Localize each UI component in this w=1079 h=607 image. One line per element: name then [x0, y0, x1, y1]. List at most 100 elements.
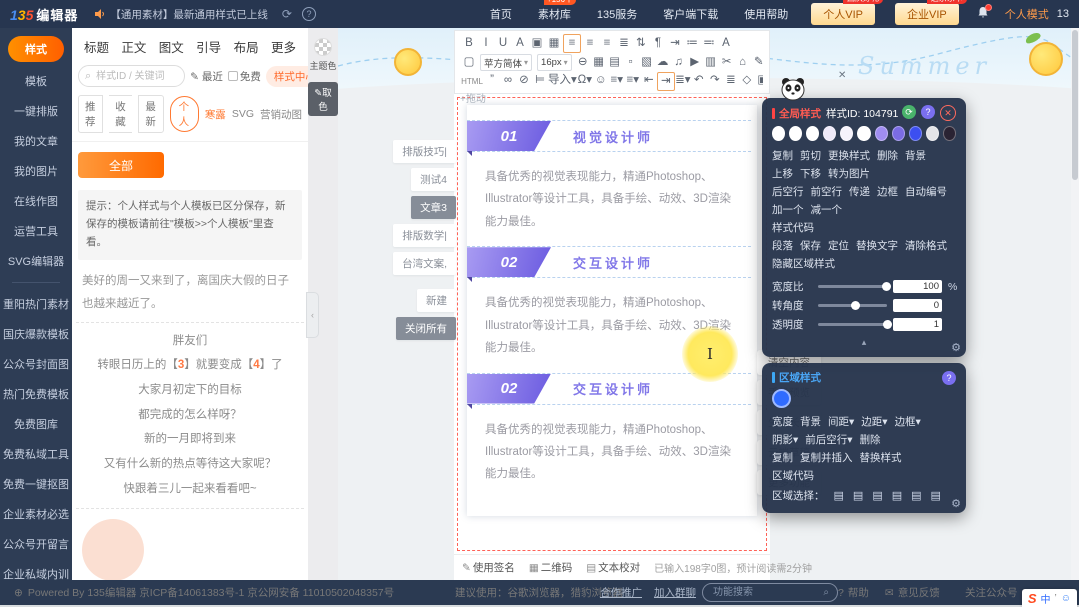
recent-button[interactable]: ✎ 最近	[190, 69, 223, 84]
format-brush-icon[interactable]: ⊨	[532, 72, 548, 91]
panel-action[interactable]: 边框▾	[895, 416, 921, 428]
panel-action[interactable]: 样式代码	[772, 222, 814, 234]
color-swatch[interactable]	[926, 126, 939, 141]
slider-value[interactable]: 1	[893, 318, 942, 331]
sidebar-item-national-day-templates[interactable]: 国庆爆款模板	[0, 319, 72, 349]
panel-action[interactable]: 背景	[800, 416, 821, 428]
region-select-icon[interactable]: ▤	[853, 489, 863, 502]
color-swatch[interactable]	[909, 126, 922, 141]
panel-action[interactable]: 替换文字	[856, 240, 898, 252]
gear-icon[interactable]: ⚙	[951, 497, 961, 510]
panel-action[interactable]: 背景	[905, 150, 926, 162]
align-justify-icon[interactable]: ≣	[616, 35, 632, 52]
panel-action[interactable]: 边框	[877, 186, 898, 198]
panel-action[interactable]: 段落	[772, 240, 793, 252]
slider-thumb[interactable]	[882, 282, 891, 291]
ime-chinese-mode[interactable]: 中	[1041, 591, 1051, 606]
panel-action[interactable]: 转为图片	[828, 168, 870, 180]
file-tab-taiwan-copy[interactable]: 台湾文案,	[393, 252, 456, 275]
sidebar-item-enterprise-training[interactable]: 企业私域内训	[0, 559, 72, 580]
function-search-input[interactable]	[711, 586, 823, 599]
sidebar-item-my-images[interactable]: 我的图片	[0, 156, 72, 186]
fullscreen-icon[interactable]: ▣	[755, 72, 763, 91]
sidebar-item-operation-tools[interactable]: 运营工具	[0, 216, 72, 246]
font-scale-icon[interactable]: A	[718, 35, 734, 52]
blockquote-icon[interactable]: ”	[484, 72, 500, 91]
color-swatch[interactable]	[823, 126, 836, 141]
panel-action[interactable]: 定位	[828, 240, 849, 252]
section-body[interactable]: 具备优秀的视觉表现能力，精通Photoshop、Illustrator等设计工具…	[485, 166, 739, 233]
ime-bar[interactable]: S 中 ’ ☺	[1022, 589, 1077, 607]
panel-action[interactable]: 复制	[772, 452, 793, 464]
border-color-icon[interactable]: ▦	[546, 35, 562, 52]
redo-icon[interactable]: ↷	[707, 72, 723, 91]
editor-canvas[interactable]: 01 视觉设计师 具备优秀的视觉表现能力，精通Photoshop、Illustr…	[454, 94, 770, 554]
notification-bell-icon[interactable]	[977, 6, 989, 22]
sidebar-item-free-cutout[interactable]: 免费一键抠图	[0, 469, 72, 499]
hr-style-icon[interactable]: ≡▾	[609, 72, 625, 91]
bold-icon[interactable]: B	[461, 35, 477, 52]
panel-action[interactable]: 清除格式	[905, 240, 947, 252]
link-icon[interactable]: ∞	[500, 72, 516, 91]
panel-action[interactable]: 替换样式	[860, 452, 902, 464]
panel-action[interactable]: 阴影▾	[772, 434, 798, 446]
nav-135-services[interactable]: 135服务	[597, 6, 637, 22]
new-file-button[interactable]: 新建	[417, 289, 456, 312]
enterprise-vip-button[interactable]: 企业VIP送京东卡	[895, 3, 959, 25]
tab-guide[interactable]: 引导	[196, 37, 221, 56]
sidebar-item-cover-images[interactable]: 公众号封面图	[0, 349, 72, 379]
slider-thumb[interactable]	[883, 320, 892, 329]
free-checkbox[interactable]: 免费	[228, 69, 261, 84]
username-partial[interactable]: 13	[1057, 8, 1069, 20]
italic-icon[interactable]: I	[478, 35, 494, 52]
slider-value[interactable]: 100	[893, 280, 942, 293]
applet-icon[interactable]: ▥	[703, 54, 719, 71]
file-tab-layout-tips[interactable]: 排版技巧|	[393, 140, 456, 163]
footer-feedback[interactable]: ✉意见反馈	[885, 580, 940, 605]
panel-action[interactable]: 后空行	[772, 186, 804, 198]
filter-recommend[interactable]: 推荐	[78, 95, 103, 133]
scissors-icon[interactable]: ✂	[719, 54, 735, 71]
align-right-icon[interactable]: ≡	[599, 35, 615, 52]
nav-help[interactable]: 使用帮助	[744, 6, 788, 22]
personal-mode-toggle[interactable]: 个人模式	[1005, 6, 1049, 22]
panel-action[interactable]: 自动编号	[905, 186, 947, 198]
divider-line-icon[interactable]: ⊖	[575, 54, 591, 71]
announcement-text[interactable]: 【通用素材】最新通用样式已上线	[110, 7, 268, 22]
content-section[interactable]: 02 交互设计师 具备优秀的视觉表现能力，精通Photoshop、Illustr…	[467, 374, 757, 486]
close-all-button[interactable]: 关闭所有	[396, 317, 456, 340]
file-tab-layout-math[interactable]: 排版数学|	[393, 224, 456, 247]
sidebar-item-enterprise-material[interactable]: 企业素材必选	[0, 499, 72, 529]
panel-action[interactable]: 隐藏区域样式	[772, 258, 835, 270]
special-char-icon[interactable]: Ω▾	[577, 72, 593, 91]
file-tab-test4[interactable]: 测试4	[411, 168, 456, 191]
slider-track[interactable]	[818, 304, 887, 307]
help-icon[interactable]: ?	[302, 7, 316, 21]
image-icon[interactable]: ▧	[639, 54, 655, 71]
personal-vip-button[interactable]: 个人VIP国庆好礼	[811, 3, 875, 25]
panel-action[interactable]: 剪切	[800, 150, 821, 162]
slider-value[interactable]: 0	[893, 299, 942, 312]
filter-marketing-gif[interactable]: 营销动图	[260, 107, 302, 122]
sidebar-item-free-gallery[interactable]: 免费图库	[0, 409, 72, 439]
refresh-icon[interactable]: ⟳	[282, 7, 292, 21]
tab-image-text[interactable]: 图文	[159, 37, 184, 56]
sidebar-item-svg-editor[interactable]: SVG编辑器	[0, 246, 72, 276]
filter-hanlu[interactable]: 寒露	[205, 107, 226, 122]
tab-body[interactable]: 正文	[121, 37, 146, 56]
unlink-icon[interactable]: ⊘	[516, 72, 532, 91]
panel-action[interactable]: 下移	[800, 168, 821, 180]
lab-icon[interactable]: ◇	[739, 72, 755, 91]
panel-action[interactable]: 保存	[800, 240, 821, 252]
sidebar-item-styles[interactable]: 样式	[8, 36, 64, 62]
panel-action[interactable]: 上移	[772, 168, 793, 180]
tab-layout[interactable]: 布局	[234, 37, 259, 56]
align-left-icon[interactable]: ≡	[563, 34, 581, 53]
section-title[interactable]: 视觉设计师	[573, 127, 653, 146]
nav-material-library[interactable]: +156个素材库	[538, 6, 571, 22]
word-count-icon[interactable]: ≣	[723, 72, 739, 91]
color-swatch[interactable]	[892, 126, 905, 141]
sidebar-item-my-articles[interactable]: 我的文章	[0, 126, 72, 156]
footer-follow[interactable]: 关注公众号	[965, 580, 1018, 605]
font-color-icon[interactable]: A	[512, 35, 528, 52]
